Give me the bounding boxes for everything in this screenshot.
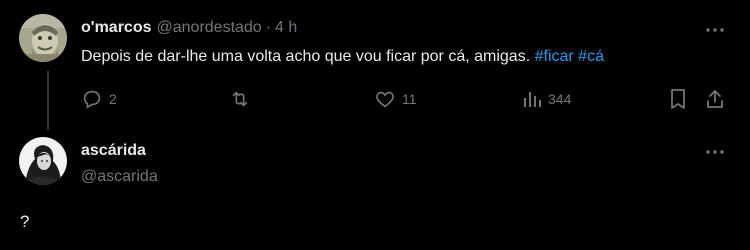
author-handle[interactable]: @anordestado — [157, 19, 262, 37]
retweet-icon — [232, 91, 248, 107]
reply-button[interactable]: 2 — [81, 87, 117, 111]
like-icon — [376, 91, 394, 108]
reply-count: 2 — [109, 91, 117, 107]
post-body: Depois de dar-lhe uma volta acho que vou… — [81, 48, 531, 65]
reply-author-handle[interactable]: @ascarida — [81, 168, 158, 186]
reply-author-name[interactable]: ascárida — [81, 142, 146, 160]
post-header: o'marcos @anordestado · 4 h — [81, 19, 297, 39]
retweet-button[interactable] — [228, 87, 252, 111]
more-icon[interactable] — [705, 142, 725, 162]
share-button[interactable] — [705, 87, 725, 111]
hashtag-link[interactable]: #ficar — [535, 48, 574, 65]
post-timestamp[interactable]: 4 h — [275, 19, 297, 37]
views-icon — [524, 92, 541, 107]
more-icon[interactable] — [705, 20, 725, 40]
reply-text: ? — [20, 212, 30, 231]
author-name[interactable]: o'marcos — [81, 19, 152, 37]
post-text: Depois de dar-lhe uma volta acho que vou… — [81, 48, 604, 66]
like-button[interactable]: 11 — [374, 87, 417, 111]
like-count: 11 — [402, 91, 417, 107]
views-count: 344 — [548, 91, 572, 107]
hashtag-link[interactable]: #cá — [578, 48, 604, 65]
avatar[interactable] — [19, 14, 67, 62]
header-separator: · — [265, 19, 272, 36]
bookmark-button[interactable] — [668, 87, 688, 111]
share-icon — [707, 90, 723, 108]
reply-icon — [83, 90, 101, 109]
views-button[interactable]: 344 — [522, 87, 571, 111]
post-actions: 2 11 344 — [0, 87, 750, 111]
bookmark-icon — [671, 89, 685, 109]
avatar[interactable] — [19, 137, 67, 185]
